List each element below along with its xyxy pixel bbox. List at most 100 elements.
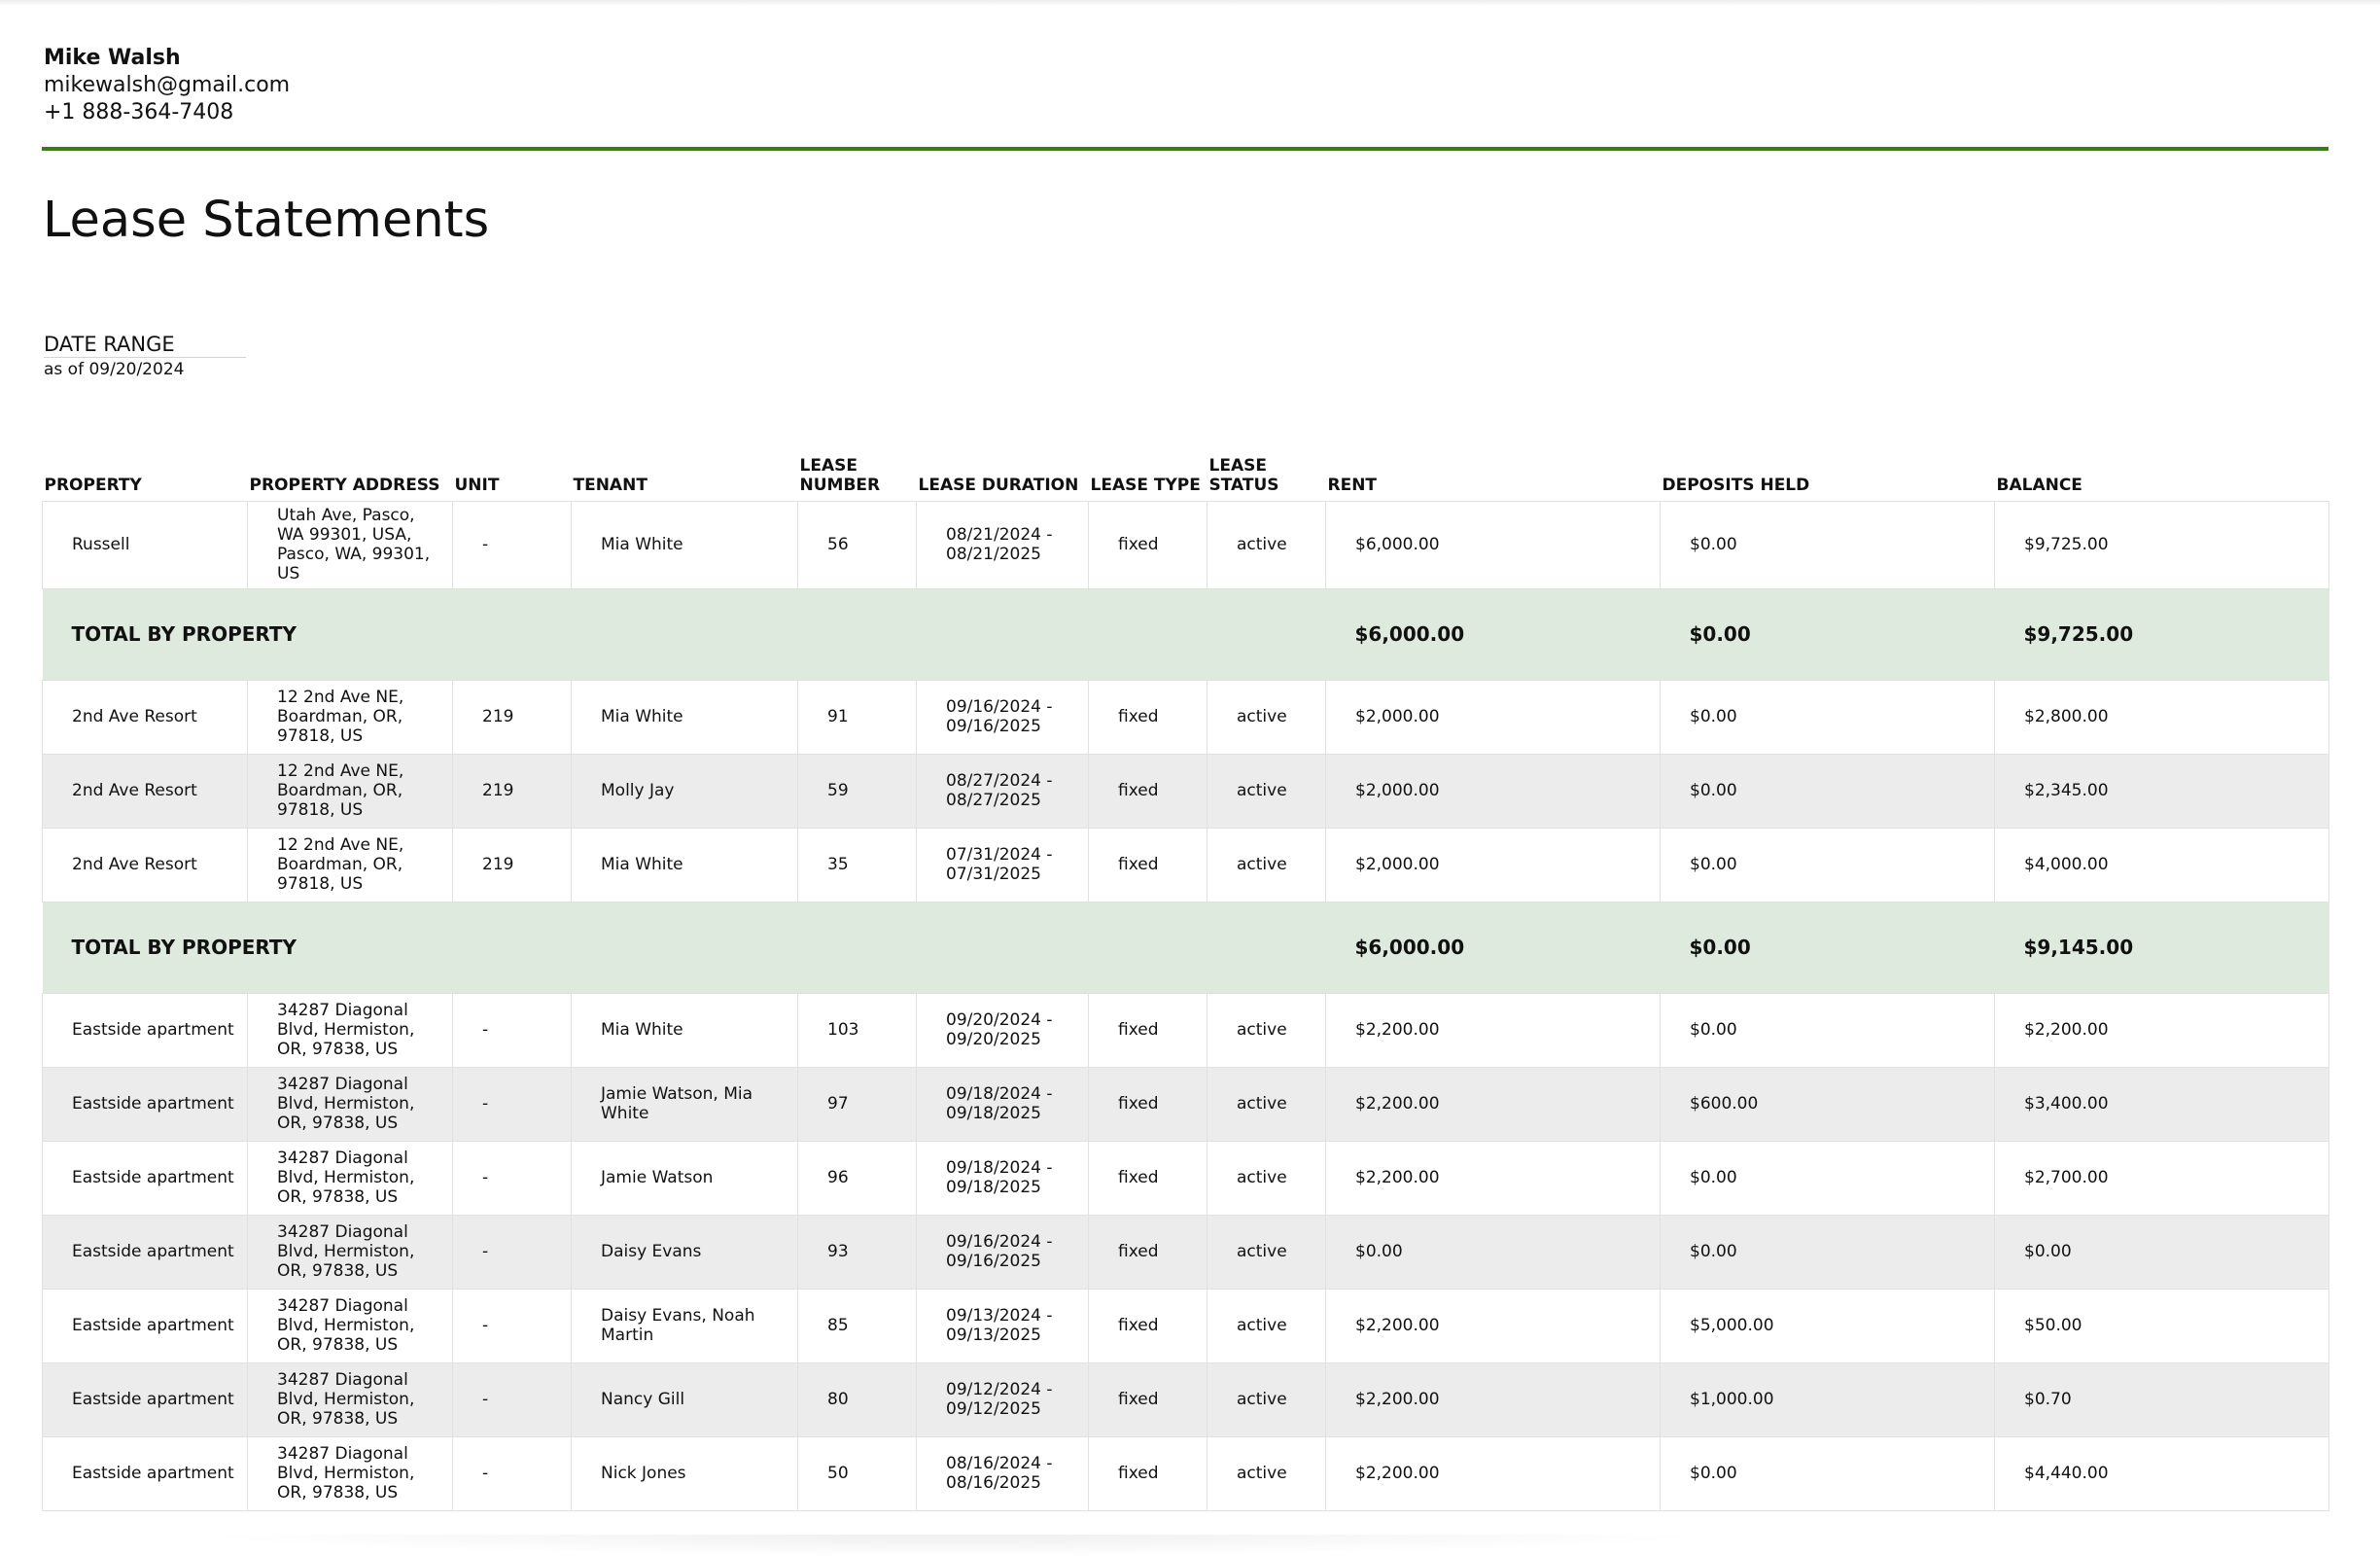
cell-lease-status: active [1207, 992, 1326, 1068]
cell-rent: $2,200.00 [1325, 1140, 1661, 1216]
cell-unit: 219 [452, 827, 572, 902]
total-balance: $9,145.00 [1994, 901, 2329, 994]
cell-lease-status: active [1207, 1435, 1326, 1511]
col-header-lease-type: LEASE TYPE [1090, 475, 1201, 495]
cell-property-address: Utah Ave, Pasco, WA 99301, USA, Pasco, W… [247, 500, 453, 589]
cell-lease-status: active [1207, 827, 1326, 902]
cell-property: Eastside apartment [42, 1140, 248, 1216]
col-header-tenant: TENANT [573, 475, 648, 495]
cell-balance: $4,000.00 [1994, 827, 2329, 902]
owner-name: Mike Walsh [44, 46, 181, 70]
top-shadow [0, 0, 2380, 6]
cell-lease-duration: 09/18/2024 - 09/18/2025 [916, 1066, 1089, 1142]
cell-property: 2nd Ave Resort [42, 679, 248, 755]
cell-unit: 219 [452, 753, 572, 829]
cell-unit: - [452, 1362, 572, 1437]
cell-deposits-held: $0.00 [1660, 992, 1995, 1068]
cell-lease-duration: 08/21/2024 - 08/21/2025 [916, 500, 1089, 589]
cell-unit: - [452, 1140, 572, 1216]
cell-balance: $2,200.00 [1994, 992, 2329, 1068]
cell-lease-duration: 08/27/2024 - 08/27/2025 [916, 753, 1089, 829]
table-row: Eastside apartment 34287 Diagonal Blvd, H… [42, 992, 2329, 1068]
cell-unit: - [452, 1066, 572, 1142]
cell-lease-status: active [1207, 1066, 1326, 1142]
table-row: Eastside apartment 34287 Diagonal Blvd, H… [42, 1214, 2329, 1290]
page-title: Lease Statements [43, 192, 490, 249]
col-header-property-address: PROPERTY ADDRESS [249, 475, 440, 495]
cell-lease-duration: 09/18/2024 - 09/18/2025 [916, 1140, 1089, 1216]
cell-lease-number: 91 [797, 679, 917, 755]
total-label: TOTAL BY PROPERTY [42, 587, 1326, 681]
total-by-property-row: TOTAL BY PROPERTY $6,000.00 $0.00 $9,725.00 [42, 587, 2329, 681]
lease-table: PROPERTY PROPERTY ADDRESS UNIT TENANT LE… [42, 452, 2329, 1511]
cell-deposits-held: $0.00 [1660, 753, 1995, 829]
cell-lease-duration: 09/16/2024 - 09/16/2025 [916, 1214, 1089, 1290]
cell-rent: $6,000.00 [1325, 500, 1661, 589]
table-row: 2nd Ave Resort 12 2nd Ave NE, Boardman, O… [42, 827, 2329, 902]
table-row: Eastside apartment 34287 Diagonal Blvd, H… [42, 1066, 2329, 1142]
total-rent: $6,000.00 [1325, 901, 1661, 994]
cell-lease-status: active [1207, 1214, 1326, 1290]
cell-lease-number: 85 [797, 1288, 917, 1363]
cell-lease-type: fixed [1088, 1435, 1208, 1511]
col-header-lease-number: LEASE NUMBER [799, 455, 881, 495]
cell-property: Eastside apartment [42, 1066, 248, 1142]
table-header-row: PROPERTY PROPERTY ADDRESS UNIT TENANT LE… [43, 452, 2329, 501]
total-deposits-held: $0.00 [1660, 901, 1995, 994]
cell-lease-type: fixed [1088, 679, 1208, 755]
cell-property-address: 34287 Diagonal Blvd, Hermiston, OR, 9783… [247, 1214, 453, 1290]
col-header-lease-duration: LEASE DURATION [918, 475, 1079, 495]
cell-lease-type: fixed [1088, 992, 1208, 1068]
cell-tenant: Daisy Evans, Noah Martin [571, 1288, 798, 1363]
table-row: Russell Utah Ave, Pasco, WA 99301, USA, P… [42, 500, 2329, 589]
cell-lease-duration: 08/16/2024 - 08/16/2025 [916, 1435, 1089, 1511]
cell-tenant: Nick Jones [571, 1435, 798, 1511]
cell-lease-status: active [1207, 753, 1326, 829]
table-row: Eastside apartment 34287 Diagonal Blvd, H… [42, 1435, 2329, 1511]
cell-tenant: Mia White [571, 500, 798, 589]
cell-balance: $2,800.00 [1994, 679, 2329, 755]
cell-tenant: Nancy Gill [571, 1362, 798, 1437]
cell-property: Eastside apartment [42, 1214, 248, 1290]
cell-deposits-held: $5,000.00 [1660, 1288, 1995, 1363]
header-divider [42, 147, 2328, 151]
cell-lease-type: fixed [1088, 1140, 1208, 1216]
cell-rent: $2,200.00 [1325, 1435, 1661, 1511]
owner-phone: +1 888-364-7408 [44, 100, 234, 124]
cell-property-address: 34287 Diagonal Blvd, Hermiston, OR, 9783… [247, 1288, 453, 1363]
cell-lease-type: fixed [1088, 1066, 1208, 1142]
table-row: 2nd Ave Resort 12 2nd Ave NE, Boardman, O… [42, 679, 2329, 755]
col-header-deposits-held: DEPOSITS HELD [1662, 475, 1810, 495]
cell-lease-status: active [1207, 500, 1326, 589]
cell-unit: - [452, 1435, 572, 1511]
cell-rent: $2,000.00 [1325, 679, 1661, 755]
cell-property: Eastside apartment [42, 992, 248, 1068]
table-row: Eastside apartment 34287 Diagonal Blvd, H… [42, 1288, 2329, 1363]
cell-tenant: Mia White [571, 827, 798, 902]
cell-lease-duration: 09/12/2024 - 09/12/2025 [916, 1362, 1089, 1437]
cell-deposits-held: $0.00 [1660, 1214, 1995, 1290]
col-header-rent: RENT [1327, 475, 1378, 495]
cell-lease-number: 93 [797, 1214, 917, 1290]
col-header-balance: BALANCE [1996, 475, 2082, 495]
cell-unit: - [452, 1214, 572, 1290]
cell-property-address: 34287 Diagonal Blvd, Hermiston, OR, 9783… [247, 1362, 453, 1437]
total-deposits-held: $0.00 [1660, 587, 1995, 681]
cell-property-address: 34287 Diagonal Blvd, Hermiston, OR, 9783… [247, 1066, 453, 1142]
cell-lease-number: 35 [797, 827, 917, 902]
cell-tenant: Jamie Watson, Mia White [571, 1066, 798, 1142]
cell-lease-type: fixed [1088, 753, 1208, 829]
cell-lease-number: 56 [797, 500, 917, 589]
cell-property: 2nd Ave Resort [42, 827, 248, 902]
cell-deposits-held: $0.00 [1660, 500, 1995, 589]
col-header-unit: UNIT [454, 475, 500, 495]
cell-balance: $2,345.00 [1994, 753, 2329, 829]
cell-property-address: 34287 Diagonal Blvd, Hermiston, OR, 9783… [247, 1435, 453, 1511]
cell-balance: $0.00 [1994, 1214, 2329, 1290]
cell-lease-type: fixed [1088, 827, 1208, 902]
cell-property: Eastside apartment [42, 1435, 248, 1511]
cell-deposits-held: $0.00 [1660, 1140, 1995, 1216]
cell-balance: $9,725.00 [1994, 500, 2329, 589]
cell-tenant: Mia White [571, 679, 798, 755]
cell-unit: - [452, 1288, 572, 1363]
